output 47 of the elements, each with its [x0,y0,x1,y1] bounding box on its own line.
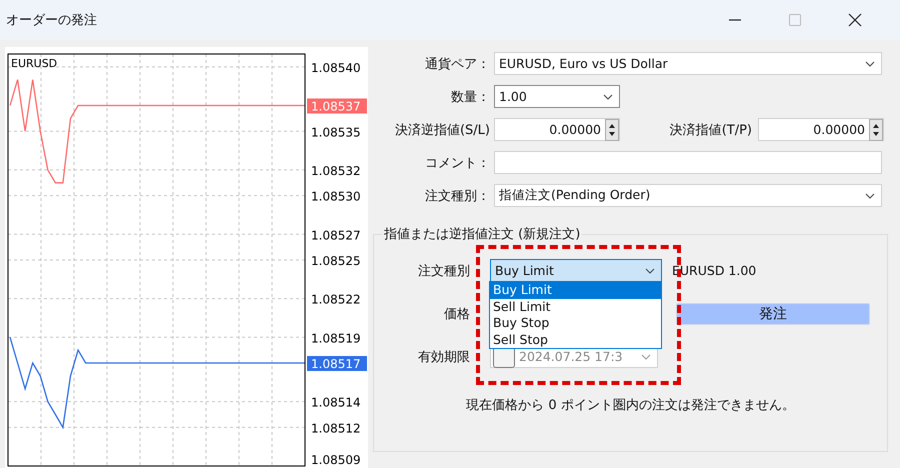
spinner-icon[interactable] [869,118,883,140]
field-label: 注文種別： [424,188,491,204]
symbol-dropdown[interactable]: EURUSD, Euro vs US Dollar [494,52,882,75]
axis-label: 1.08532 [311,164,361,178]
axis-label: 1.08525 [311,254,361,268]
field-label: 決済逆指値(S/L) [394,122,491,138]
dropdown-option[interactable]: Buy Stop [490,315,661,332]
field-label: 通貨ペア： [424,56,491,72]
group-title: 指値または逆指値注文 (新規注文) [382,225,582,243]
axis-label: 1.08519 [311,331,361,346]
field-label: 価格 [443,306,471,322]
close-icon[interactable] [848,13,862,27]
price-tag: 1.08517 [307,356,367,371]
chevron-down-icon [645,268,655,274]
take-profit-field[interactable]: 0.00000 [758,118,884,141]
place-order-button[interactable]: 発注 [676,302,870,324]
window-title: オーダーの発注 [6,12,97,29]
dropdown-option[interactable]: Sell Limit [490,298,661,315]
spinner-icon[interactable] [605,118,619,140]
info-message: 現在価格から 0 ポイント圏内の注文は発注できません。 [465,397,796,414]
symbol-label: EURUSD [11,57,58,70]
field-label: 数量： [450,88,491,106]
dropdown-option[interactable]: Buy Limit [490,282,661,298]
chevron-down-icon [865,192,875,198]
field-label: 決済指値(T/P) [668,122,753,138]
field-label: コメント： [424,154,491,172]
axis-label: 1.08509 [311,453,361,467]
volume-dropdown[interactable]: 1.00 [494,85,620,108]
field-label: 有効期限 [417,348,471,366]
axis-label: 1.08527 [311,228,361,242]
order-summary: EURUSD 1.00 [672,263,756,278]
chevron-down-icon [865,60,875,66]
comment-field[interactable] [494,151,882,174]
stop-loss-field[interactable]: 0.00000 [494,118,620,141]
field-label: 注文種別 [417,262,471,280]
chevron-down-icon [641,354,651,360]
axis-label: 1.08522 [311,292,361,307]
dropdown-option[interactable]: Sell Stop [490,332,661,348]
order-type-dropdown[interactable]: 指値注文(Pending Order) [494,184,882,207]
pending-type-dropdown[interactable]: Buy Limit [490,259,662,282]
axis-label: 1.08540 [311,60,361,75]
axis-label: 1.08514 [311,396,361,410]
axis-label: 1.08512 [311,421,361,436]
chevron-down-icon [603,94,613,100]
axis-label: 1.08535 [311,125,361,140]
axis-label: 1.08530 [311,190,361,204]
price-tag: 1.08537 [307,98,367,114]
